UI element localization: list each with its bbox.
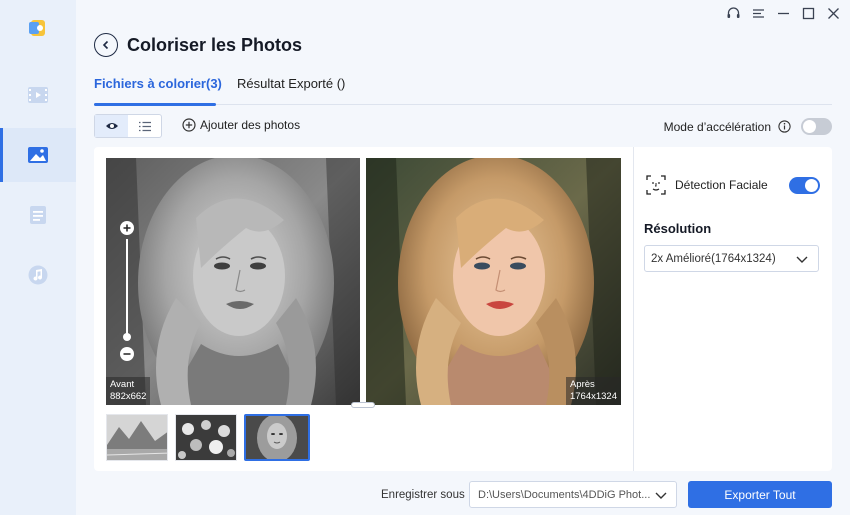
chevron-down-icon bbox=[655, 492, 667, 499]
video-icon bbox=[28, 87, 48, 103]
export-all-button[interactable]: Exporter Tout bbox=[688, 481, 832, 508]
face-detection-toggle[interactable] bbox=[789, 176, 820, 194]
footer-bar: Enregistrer sous D:\Users\Documents\4DDi… bbox=[76, 481, 850, 509]
acceleration-toggle[interactable] bbox=[801, 118, 832, 135]
list-view-button[interactable] bbox=[128, 115, 161, 137]
after-label: Après bbox=[569, 379, 595, 390]
eye-icon bbox=[105, 123, 118, 129]
main-panel: Coloriser les Photos Fichiers à colorier… bbox=[76, 0, 850, 515]
maximize-icon[interactable] bbox=[800, 5, 817, 22]
before-dimensions: 882x662 bbox=[110, 391, 147, 402]
divider-handle[interactable] bbox=[351, 402, 375, 408]
face-detection-row: Détection Faciale bbox=[646, 175, 820, 195]
window-controls bbox=[725, 5, 842, 22]
sidebar-item-music[interactable] bbox=[0, 248, 76, 302]
face-scan-icon bbox=[646, 175, 666, 195]
add-photos-label: Ajouter des photos bbox=[200, 118, 301, 132]
before-caption: Avant 882x662 bbox=[106, 377, 151, 405]
plus-icon bbox=[123, 224, 131, 232]
thumbnail-portrait[interactable] bbox=[244, 414, 310, 461]
thumbnail-flowers[interactable] bbox=[175, 414, 237, 461]
zoom-in-button[interactable] bbox=[120, 221, 134, 235]
add-photos-button[interactable]: Ajouter des photos bbox=[182, 118, 300, 132]
plus-circle-icon bbox=[182, 118, 196, 132]
sidebar-item-video[interactable] bbox=[0, 68, 76, 122]
toolbar: Ajouter des photos Mode d’accélération bbox=[94, 114, 832, 140]
back-button[interactable] bbox=[94, 33, 118, 57]
acceleration-mode: Mode d’accélération bbox=[664, 118, 832, 135]
sidebar-item-document[interactable] bbox=[0, 188, 76, 242]
resolution-select[interactable]: 2x Amélioré(1764x1324) bbox=[644, 245, 819, 272]
before-image: Avant 882x662 bbox=[106, 158, 361, 405]
after-dimensions: 1764x1324 bbox=[569, 391, 617, 402]
minus-icon bbox=[123, 353, 131, 355]
before-label: Avant bbox=[110, 379, 135, 390]
zoom-slider-track[interactable] bbox=[126, 239, 128, 339]
tab-files-to-colorize[interactable]: Fichiers à colorier(3) bbox=[94, 76, 222, 106]
info-icon[interactable] bbox=[778, 120, 791, 133]
settings-panel: Détection Faciale Résolution 2x Amélioré… bbox=[633, 147, 832, 471]
view-mode-toggle bbox=[94, 114, 162, 138]
preview-card: Avant 882x662 Après 1764x1324 Détection … bbox=[94, 147, 832, 471]
save-path-select[interactable]: D:\Users\Documents\4DDiG Phot... bbox=[469, 481, 677, 508]
app-logo-icon bbox=[28, 18, 48, 38]
chevron-down-icon bbox=[796, 256, 808, 263]
sidebar bbox=[0, 0, 76, 515]
minimize-icon[interactable] bbox=[775, 5, 792, 22]
tab-bar: Fichiers à colorier(3) Résultat Exporté … bbox=[94, 76, 832, 106]
after-caption: Après 1764x1324 bbox=[565, 377, 621, 405]
document-icon bbox=[30, 206, 46, 224]
chevron-left-icon bbox=[102, 40, 109, 50]
photo-icon bbox=[28, 147, 48, 163]
menu-icon[interactable] bbox=[750, 5, 767, 22]
support-headset-icon[interactable] bbox=[725, 5, 742, 22]
preview-view-button[interactable] bbox=[95, 115, 128, 137]
save-path-value: D:\Users\Documents\4DDiG Phot... bbox=[478, 489, 651, 501]
after-image: Après 1764x1324 bbox=[366, 158, 621, 405]
thumbnail-strip bbox=[106, 414, 310, 462]
page-title: Coloriser les Photos bbox=[127, 34, 303, 55]
sidebar-item-photo[interactable] bbox=[0, 128, 76, 182]
resolution-value: 2x Amélioré(1764x1324) bbox=[651, 253, 776, 265]
zoom-out-button[interactable] bbox=[120, 347, 134, 361]
music-icon bbox=[28, 265, 48, 285]
zoom-control bbox=[120, 221, 134, 361]
thumbnail-mountain[interactable] bbox=[106, 414, 168, 461]
list-icon bbox=[138, 121, 151, 131]
face-detection-label: Détection Faciale bbox=[675, 178, 768, 192]
resolution-title: Résolution bbox=[644, 221, 712, 236]
close-icon[interactable] bbox=[825, 5, 842, 22]
acceleration-label: Mode d’accélération bbox=[663, 119, 771, 134]
tab-exported-results[interactable]: Résultat Exporté () bbox=[237, 76, 345, 105]
zoom-slider-handle[interactable] bbox=[123, 333, 131, 341]
save-location-label: Enregistrer sous bbox=[381, 489, 465, 501]
